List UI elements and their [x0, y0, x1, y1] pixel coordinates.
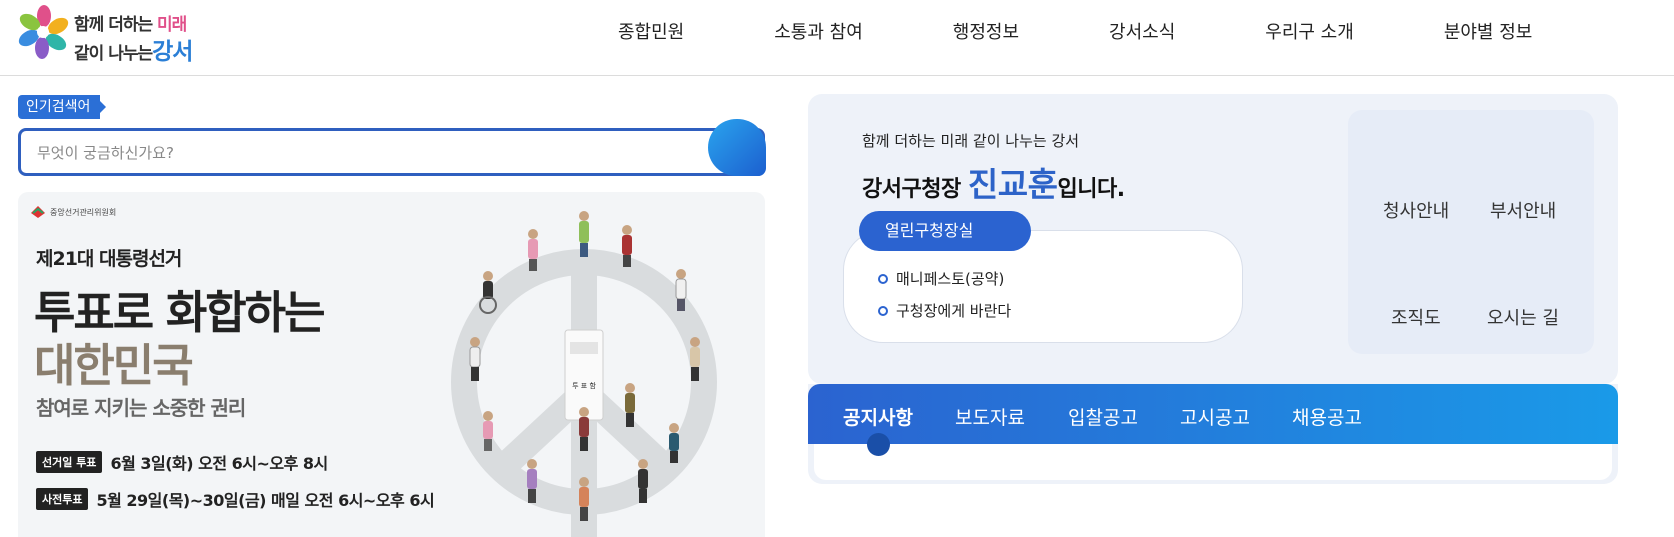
notice-tab-bar: 공지사항 보도자료 입찰공고 고시공고 채용공고	[808, 384, 1618, 444]
mayor-name: 진교훈	[967, 165, 1058, 204]
tab-recruitment[interactable]: 채용공고	[1292, 403, 1362, 430]
mayor-intro: 강서구청장 진교훈입니다.	[862, 158, 1125, 206]
ballot-box-icon: 투 표 함	[564, 329, 604, 421]
flower-logo-icon	[18, 5, 69, 59]
election-day-text: 6월 3일(화) 오전 6시~오후 8시	[110, 454, 328, 473]
ballot-box-label: 투 표 함	[572, 381, 596, 390]
tab-press-release[interactable]: 보도자료	[955, 403, 1025, 430]
tab-bid-notice[interactable]: 입찰공고	[1068, 403, 1138, 430]
popular-keywords-badge[interactable]: 인기검색어	[18, 95, 107, 119]
mayor-intro-suffix: 입니다.	[1057, 177, 1125, 202]
manifesto-link[interactable]: 매니페스토(공약)	[878, 268, 1004, 289]
tab-notice[interactable]: 공지사항	[843, 403, 913, 430]
suggestion-to-mayor-link[interactable]: 구청장에게 바란다	[878, 300, 1011, 321]
tab-public-notice[interactable]: 고시공고	[1180, 403, 1250, 430]
search-icon	[708, 119, 766, 176]
main-navigation: 종합민원 소통과 참여 행정정보 강서소식 우리구 소개 분야별 정보	[600, 0, 1532, 62]
open-mayor-room-button[interactable]: 열린구청장실	[859, 211, 1031, 251]
nav-item-communication[interactable]: 소통과 참여	[774, 18, 863, 44]
early-vote-row: 사전투표 5월 29일(목)~30일(금) 매일 오전 6시~오후 6시	[36, 487, 435, 511]
mayor-slogan: 함께 더하는 미래 같이 나누는 강서	[862, 132, 1080, 150]
election-day-row: 선거일 투표 6월 3일(화) 오전 6시~오후 8시	[36, 450, 328, 474]
quick-link-office-guide[interactable]: 청사안내	[1383, 197, 1449, 223]
gangseo-logo[interactable]: 함께 더하는 미래 같이 나누는강서	[16, 4, 206, 66]
nec-emblem-icon	[31, 206, 45, 218]
suggestion-link-label: 구청장에게 바란다	[896, 302, 1012, 320]
search-box	[18, 128, 765, 176]
early-vote-text: 5월 29일(목)~30일(금) 매일 오전 6시~오후 6시	[96, 491, 435, 510]
nav-item-admin-info[interactable]: 행정정보	[953, 18, 1019, 44]
quick-link-department-guide[interactable]: 부서안내	[1490, 197, 1556, 223]
bullet-ring-icon	[878, 305, 888, 316]
banner-description: 참여로 지키는 소중한 권리	[36, 396, 246, 420]
nec-name: 중앙선거관리위원회	[50, 207, 117, 217]
election-day-tag: 선거일 투표	[36, 451, 103, 473]
logo-line2-accent: 강서	[152, 39, 193, 65]
quick-link-org-chart[interactable]: 조직도	[1391, 304, 1441, 330]
site-header: 함께 더하는 미래 같이 나누는강서 종합민원 소통과 참여 행정정보 강서소식…	[0, 0, 1674, 76]
mayor-intro-prefix: 강서구청장	[862, 177, 968, 202]
election-banner[interactable]: 중앙선거관리위원회 제21대 대통령선거 투표로 화합하는 대한민국 참여로 지…	[18, 192, 765, 537]
nav-item-gangseo-news[interactable]: 강서소식	[1109, 18, 1175, 44]
banner-title-line2: 대한민국	[34, 339, 194, 392]
search-input[interactable]	[37, 141, 677, 165]
peace-symbol-illustration: 투 표 함	[451, 211, 717, 537]
logo-line2-text: 같이 나누는	[74, 44, 153, 64]
nav-item-about[interactable]: 우리구 소개	[1265, 18, 1354, 44]
manifesto-link-label: 매니페스토(공약)	[896, 270, 1005, 288]
nec-logo: 중앙선거관리위원회	[30, 204, 116, 220]
quick-link-directions[interactable]: 오시는 길	[1487, 304, 1559, 330]
active-tab-indicator	[867, 433, 890, 456]
search-button[interactable]	[708, 119, 766, 176]
notice-list-area	[814, 444, 1612, 480]
early-vote-tag: 사전투표	[36, 488, 89, 510]
nav-item-civil-service[interactable]: 종합민원	[618, 18, 684, 44]
nav-item-field-info[interactable]: 분야별 정보	[1444, 18, 1533, 44]
banner-subtitle: 제21대 대통령선거	[36, 248, 182, 270]
bullet-ring-icon	[878, 273, 888, 284]
logo-text-line2: 같이 나누는강서	[74, 32, 193, 66]
